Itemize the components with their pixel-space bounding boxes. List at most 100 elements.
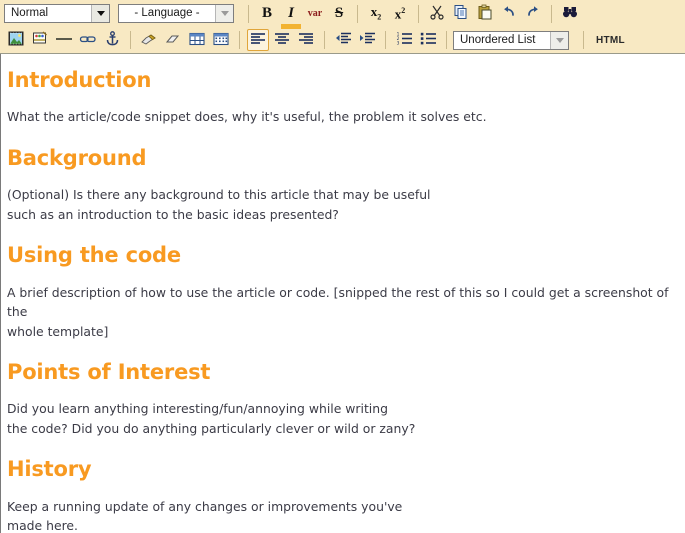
table-properties-button[interactable] — [210, 29, 232, 51]
numbered-list-icon: 123 — [396, 32, 413, 48]
section-heading: Introduction — [7, 68, 152, 92]
horizontal-rule-button[interactable] — [53, 29, 75, 51]
subscript-label: x2 — [370, 4, 382, 22]
horizontal-rule-icon — [55, 32, 73, 49]
flash-button[interactable] — [29, 29, 51, 51]
paragraph-format-value: Normal — [11, 7, 49, 19]
outdent-button[interactable] — [332, 29, 354, 51]
variable-button[interactable]: var — [304, 3, 326, 25]
document-section: Points of Interest Did you learn anythin… — [7, 358, 679, 438]
superscript-button[interactable]: x2 — [389, 3, 411, 25]
section-paragraph-line: made here. — [7, 518, 78, 533]
flash-icon — [32, 31, 48, 49]
editor-content-area[interactable]: Introduction What the article/code snipp… — [0, 54, 685, 533]
bulleted-list-icon — [420, 32, 437, 48]
svg-text:3: 3 — [396, 41, 399, 45]
bulleted-list-button[interactable] — [417, 29, 439, 51]
section-paragraph-line: Did you learn anything interesting/fun/a… — [7, 401, 388, 417]
toolbar-separator — [248, 4, 249, 23]
eraser-icon — [164, 32, 182, 49]
paste-icon — [477, 4, 493, 23]
indent-button[interactable] — [356, 29, 378, 51]
redo-icon — [525, 4, 541, 23]
anchor-icon — [105, 31, 120, 49]
section-paragraph-line: such as an introduction to the basic ide… — [7, 206, 339, 222]
align-left-button[interactable] — [247, 29, 269, 51]
document-section: Using the code A brief description of ho… — [7, 241, 679, 341]
copy-button[interactable] — [450, 3, 472, 25]
align-center-button[interactable] — [271, 29, 293, 51]
toolbar-separator — [551, 4, 552, 23]
toolbar-separator — [385, 31, 386, 49]
align-center-icon — [274, 32, 290, 48]
italic-button[interactable]: I — [280, 3, 302, 29]
outdent-icon — [335, 32, 352, 48]
align-right-icon — [298, 32, 314, 48]
section-heading: Using the code — [7, 243, 181, 268]
numbered-list-button[interactable]: 123 — [393, 29, 415, 51]
image-button[interactable] — [5, 29, 27, 51]
language-select[interactable]: - Language - — [118, 4, 234, 23]
language-value: - Language - — [134, 7, 200, 19]
align-left-icon — [250, 32, 266, 48]
undo-icon — [501, 4, 517, 23]
toolbar-separator — [357, 4, 358, 23]
html-source-button[interactable]: HTML — [591, 29, 630, 51]
list-style-value: Unordered List — [460, 33, 536, 46]
cut-button[interactable] — [426, 3, 448, 25]
toolbar-separator — [130, 31, 131, 49]
section-paragraph-line: Keep a running update of any changes or … — [7, 498, 403, 514]
section-heading: Points of Interest — [7, 360, 211, 385]
toolbar-separator — [324, 31, 325, 49]
html-source-label: HTML — [596, 34, 625, 46]
toolbar-row-primary: Normal - Language - B I var S x2 x2 — [0, 0, 685, 29]
variable-label: var — [307, 8, 323, 19]
highlight-icon — [140, 32, 158, 49]
link-icon — [79, 32, 97, 49]
italic-label: I — [288, 5, 294, 21]
eraser-button[interactable] — [162, 29, 184, 51]
bold-button[interactable]: B — [256, 3, 278, 25]
chevron-down-icon[interactable] — [215, 5, 233, 22]
table-icon — [189, 32, 205, 49]
find-button[interactable] — [559, 3, 581, 25]
section-heading: Background — [7, 145, 147, 170]
redo-button[interactable] — [522, 3, 544, 25]
indent-icon — [359, 32, 376, 48]
bold-label: B — [261, 5, 272, 21]
list-style-select[interactable]: Unordered List — [453, 30, 569, 50]
paragraph-format-select[interactable]: Normal — [4, 4, 110, 23]
table-button[interactable] — [186, 29, 208, 51]
document-section: History Keep a running update of any cha… — [7, 455, 679, 533]
chevron-down-icon[interactable] — [91, 5, 109, 22]
image-icon — [8, 31, 24, 49]
undo-button[interactable] — [498, 3, 520, 25]
find-icon — [562, 4, 578, 23]
section-paragraph-line: What the article/code snippet does, why … — [7, 109, 487, 125]
anchor-button[interactable] — [101, 29, 123, 51]
document-section: Introduction What the article/code snipp… — [7, 66, 679, 127]
editor-toolbar: Normal - Language - B I var S x2 x2 1 2 … — [0, 0, 685, 54]
toolbar-separator — [446, 31, 447, 49]
strikethrough-button[interactable]: S — [328, 3, 350, 25]
copy-icon — [453, 4, 469, 23]
rich-text-editor: Normal - Language - B I var S x2 x2 1 2 … — [0, 0, 685, 533]
table-properties-icon — [213, 32, 229, 49]
section-paragraph-line: whole template] — [7, 323, 109, 339]
paste-button[interactable] — [474, 3, 496, 25]
toolbar-separator — [418, 4, 419, 23]
toolbar-row-secondary: 123 Unordered List HTML — [0, 27, 685, 53]
highlight-button[interactable] — [138, 29, 160, 51]
toolbar-separator — [239, 31, 240, 49]
align-right-button[interactable] — [295, 29, 317, 51]
document-section: Background (Optional) Is there any backg… — [7, 144, 679, 224]
link-button[interactable] — [77, 29, 99, 51]
subscript-button[interactable]: x2 — [365, 3, 387, 25]
chevron-down-icon[interactable] — [550, 31, 568, 49]
section-heading: History — [7, 457, 92, 482]
strikethrough-label: S — [334, 5, 344, 21]
